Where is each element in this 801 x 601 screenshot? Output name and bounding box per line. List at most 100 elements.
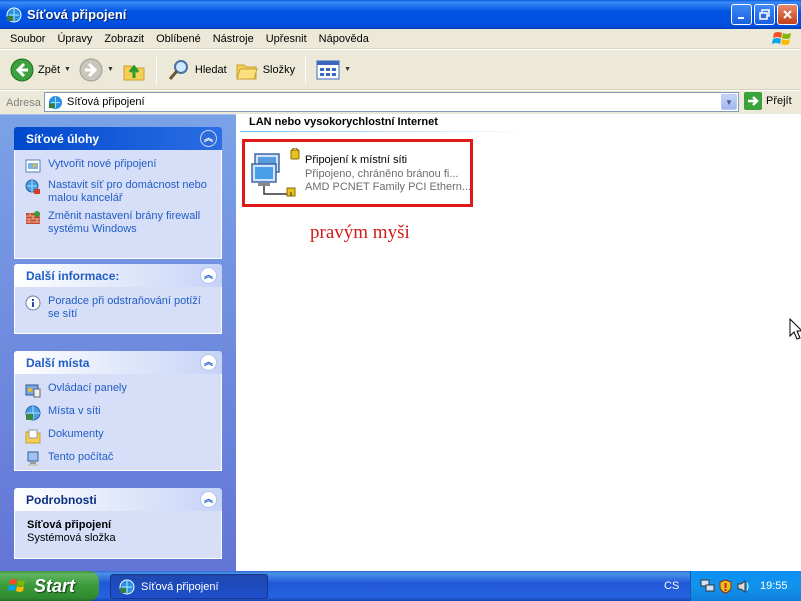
network-connections-icon [48,95,63,109]
place-documents[interactable]: Dokumenty [25,428,211,444]
address-value: Síťová připojení [67,96,145,108]
connection-status: Připojeno, chráněno bránou fi... [305,168,459,180]
network-tasks-body: Vytvořit nové připojení Nastavit síť pro… [14,150,222,259]
start-label: Start [34,575,76,596]
address-input[interactable]: Síťová připojení ▼ [44,92,739,112]
place-control-panel-label: Ovládací panely [48,382,127,394]
search-button[interactable]: Hledat [163,53,231,87]
menu-advanced[interactable]: Upřesnit [260,30,313,48]
search-label: Hledat [194,63,227,76]
place-my-computer-label: Tento počítač [48,451,114,463]
taskbar-window-button[interactable]: Síťová připojení [110,574,268,599]
menu-help[interactable]: Nápověda [313,30,375,48]
security-shield-icon[interactable] [718,578,733,594]
details-type: Systémová složka [27,532,116,544]
language-indicator[interactable]: CS [664,580,679,592]
group-heading: LAN nebo vysokorychlostní Internet [249,116,438,128]
start-button[interactable]: Start [0,571,99,601]
volume-icon[interactable] [736,579,751,594]
maximize-button[interactable] [754,4,775,25]
collapse-icon[interactable]: ︽ [200,130,217,147]
minimize-icon [738,17,744,19]
restore-icon [759,9,770,20]
address-dropdown-button[interactable]: ▼ [721,94,737,110]
folder-up-icon [123,64,145,80]
task-home-network-label: Nastavit síť pro domácnost nebo malou ka… [48,179,207,204]
network-connections-icon [119,579,135,594]
task-pane: Síťové úlohy ︽ Vytvořit nové připojení N… [0,114,236,571]
views-icon [316,60,340,79]
close-button[interactable] [777,4,798,25]
back-dropdown-icon[interactable]: ▼ [64,66,71,73]
collapse-icon[interactable]: ︽ [200,267,217,284]
folders-icon [236,64,258,79]
task-create-connection[interactable]: Vytvořit nové připojení [25,158,211,174]
back-button[interactable]: Zpět ▼ [6,53,75,87]
content-area: LAN nebo vysokorychlostní Internet Připo… [236,114,801,571]
menu-bar: Soubor Úpravy Zobrazit Oblíbené Nástroje… [0,29,801,49]
place-network-places-label: Místa v síti [48,405,101,417]
network-tray-icon[interactable] [700,579,715,594]
taskbar: Start Síťová připojení CS 19:55 [0,571,801,601]
network-tasks-title: Síťové úlohy [26,131,100,146]
forward-dropdown-icon[interactable]: ▼ [107,66,114,73]
local-area-connection[interactable]: Připojení k místní síti Připojeno, chrán… [242,139,473,207]
views-button[interactable]: ▼ [312,53,355,87]
system-tray: 19:55 [690,571,801,601]
up-button[interactable] [118,53,150,87]
task-firewall[interactable]: Změnit nastavení brány firewall systému … [25,210,211,236]
task-troubleshooter[interactable]: Poradce při odstraňování potíží se sítí [25,295,211,321]
menu-tools[interactable]: Nástroje [207,30,260,48]
search-icon [168,59,188,80]
minimize-button[interactable] [731,4,752,25]
more-info-panel: Další informace: ︽ Poradce při odstraňov… [14,264,222,334]
annotation-text: pravým myši [310,222,410,243]
lan-connection-icon [251,148,300,197]
connection-device: AMD PCNET Family PCI Ethern... [305,181,472,193]
details-header[interactable]: Podrobnosti ︽ [14,488,222,511]
collapse-icon[interactable]: ︽ [200,491,217,508]
task-troubleshooter-label: Poradce při odstraňování potíží se sítí [48,295,201,320]
place-my-computer[interactable]: Tento počítač [25,451,211,467]
go-button[interactable]: Přejít [744,92,792,110]
network-tasks-panel: Síťové úlohy ︽ Vytvořit nové připojení N… [14,127,222,259]
menu-edit[interactable]: Úpravy [51,30,98,48]
forward-button[interactable]: ▼ [75,53,118,87]
more-info-header[interactable]: Další informace: ︽ [14,264,222,287]
other-places-title: Další místa [26,355,90,370]
address-bar: Adresa Síťová připojení ▼ Přejít [0,91,801,114]
clock[interactable]: 19:55 [760,580,788,592]
network-places-icon [25,405,41,421]
menu-view[interactable]: Zobrazit [98,30,150,48]
other-places-header[interactable]: Další místa ︽ [14,351,222,374]
go-label: Přejít [766,95,792,107]
other-places-panel: Další místa ︽ Ovládací panely Místa v sí… [14,351,222,471]
network-tasks-header[interactable]: Síťové úlohy ︽ [14,127,222,150]
folders-button[interactable]: Složky [231,53,299,87]
place-control-panel[interactable]: Ovládací panely [25,382,211,398]
documents-icon [25,429,41,444]
place-network-places[interactable]: Místa v síti [25,405,211,421]
place-documents-label: Dokumenty [48,428,104,440]
details-body: Síťová připojení Systémová složka [14,511,222,559]
title-bar[interactable]: Síťová připojení [0,0,801,29]
new-connection-icon [25,159,41,173]
address-label: Adresa [6,96,41,109]
other-places-body: Ovládací panely Místa v síti Dokumenty T… [14,374,222,471]
task-create-connection-label: Vytvořit nové připojení [48,158,157,170]
more-info-body: Poradce při odstraňování potíží se sítí [14,287,222,334]
menu-favorites[interactable]: Oblíbené [150,30,207,48]
menu-file[interactable]: Soubor [4,30,51,48]
group-divider [240,131,528,132]
task-firewall-label: Změnit nastavení brány firewall systému … [48,210,201,235]
mouse-cursor-icon [789,318,801,340]
task-home-network[interactable]: Nastavit síť pro domácnost nebo malou ka… [25,179,211,205]
close-icon [783,10,792,19]
forward-arrow-icon [79,58,103,81]
collapse-icon[interactable]: ︽ [200,354,217,371]
views-dropdown-icon[interactable]: ▼ [344,66,351,73]
my-computer-icon [27,451,39,466]
control-panel-icon [25,384,41,398]
back-label: Zpět [38,63,61,76]
go-arrow-icon [744,92,762,110]
